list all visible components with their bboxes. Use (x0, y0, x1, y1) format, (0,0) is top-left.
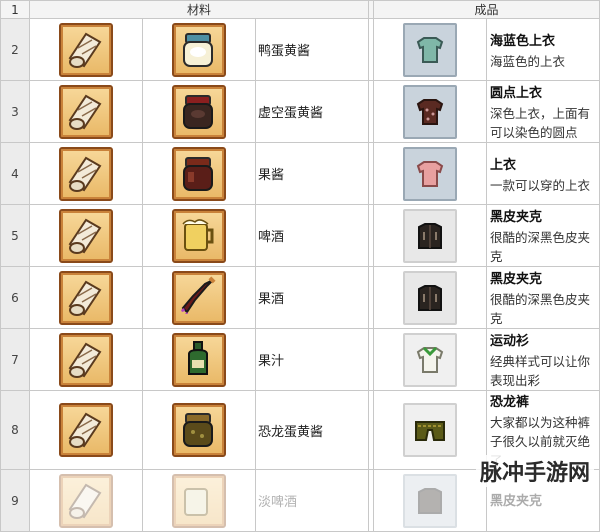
product-title: 黑皮夹克 (490, 494, 543, 509)
product-header: 成品 (373, 0, 600, 19)
row-number: 9 (0, 469, 30, 532)
void-mayonnaise-jar-icon (172, 84, 226, 139)
product-title: 海蓝色上衣 (490, 33, 556, 49)
cloth-roll-icon (59, 22, 113, 77)
product-description: 经典样式可以让你表现出彩 (490, 354, 591, 388)
wine-bottle-icon (172, 270, 226, 325)
product-description: 海蓝色的上衣 (490, 53, 566, 69)
leather-jacket-icon (403, 473, 457, 528)
table-row: 3 虚空蛋黄酱 圆点上衣深色上衣，上面有可以染色的圆点 (0, 80, 600, 143)
row-number: 4 (0, 142, 30, 205)
materials-header: 材料 (29, 0, 369, 19)
product-title: 圆点上衣 (490, 86, 543, 101)
product-title: 黑皮夹克 (490, 272, 543, 287)
ingredient-name: 果酱 (255, 142, 369, 205)
ingredient-name: 恐龙蛋黄酱 (255, 390, 369, 470)
table-row: 2 鸭蛋黄酱 海蓝色上衣海蓝色的上衣 (0, 18, 600, 81)
juice-bottle-icon (172, 332, 226, 387)
product-description: 很酷的深黑色皮夹克 (490, 292, 591, 326)
product-title: 运动衫 (490, 334, 530, 349)
table-row: 4 果酱 上衣一款可以穿的上衣 (0, 142, 600, 205)
cloth-roll-icon (59, 403, 113, 457)
table-row: 5 啤酒 黑皮夹克很酷的深黑色皮夹克 (0, 204, 600, 267)
product-title: 黑皮夹克 (490, 210, 543, 225)
beer-mug-icon (172, 208, 226, 263)
crafting-table: 1 材料 成品 2 鸭蛋黄酱 海蓝色上衣海蓝色的上衣 3 虚空蛋黄酱 圆点上衣深… (0, 0, 600, 532)
cloth-roll-icon (59, 208, 113, 263)
sea-blue-shirt-icon (403, 22, 457, 77)
ingredient-name: 啤酒 (255, 204, 369, 267)
ingredient-name: 鸭蛋黄酱 (255, 18, 369, 81)
cloth-roll-icon (59, 84, 113, 139)
duck-mayonnaise-jar-icon (172, 22, 226, 77)
row-number: 8 (0, 390, 30, 470)
table-row: 7 果汁 运动衫经典样式可以让你表现出彩 (0, 328, 600, 391)
row-number: 1 (0, 0, 30, 19)
dino-pants-icon (403, 403, 457, 457)
row-number: 2 (0, 18, 30, 81)
pale-ale-icon (172, 473, 226, 528)
row-number: 5 (0, 204, 30, 267)
leather-jacket-icon (403, 208, 457, 263)
cloth-roll-icon (59, 146, 113, 201)
product-title: 恐龙裤 (490, 395, 530, 410)
pink-shirt-icon (403, 146, 457, 201)
product-description: 一款可以穿的上衣 (490, 177, 591, 193)
dinosaur-mayonnaise-jar-icon (172, 403, 226, 457)
table-row: 6 果酒 黑皮夹克很酷的深黑色皮夹克 (0, 266, 600, 329)
product-description: 深色上衣，上面有可以染色的圆点 (490, 106, 591, 140)
sport-shirt-icon (403, 332, 457, 387)
cloth-roll-icon (59, 473, 113, 528)
watermark-logo: 脉冲手游网 (475, 455, 594, 487)
jelly-jar-icon (172, 146, 226, 201)
row-number: 7 (0, 328, 30, 391)
row-number: 3 (0, 80, 30, 143)
header-row: 1 材料 成品 (0, 0, 600, 19)
cloth-roll-icon (59, 270, 113, 325)
product-description: 很酷的深黑色皮夹克 (490, 230, 591, 264)
ingredient-name: 虚空蛋黄酱 (255, 80, 369, 143)
cloth-roll-icon (59, 332, 113, 387)
product-title: 上衣 (490, 157, 517, 173)
ingredient-name: 果酒 (255, 266, 369, 329)
row-number: 6 (0, 266, 30, 329)
ingredient-name: 淡啤酒 (255, 469, 369, 532)
dotted-shirt-icon (403, 84, 457, 139)
ingredient-name: 果汁 (255, 328, 369, 391)
leather-jacket-icon (403, 270, 457, 325)
